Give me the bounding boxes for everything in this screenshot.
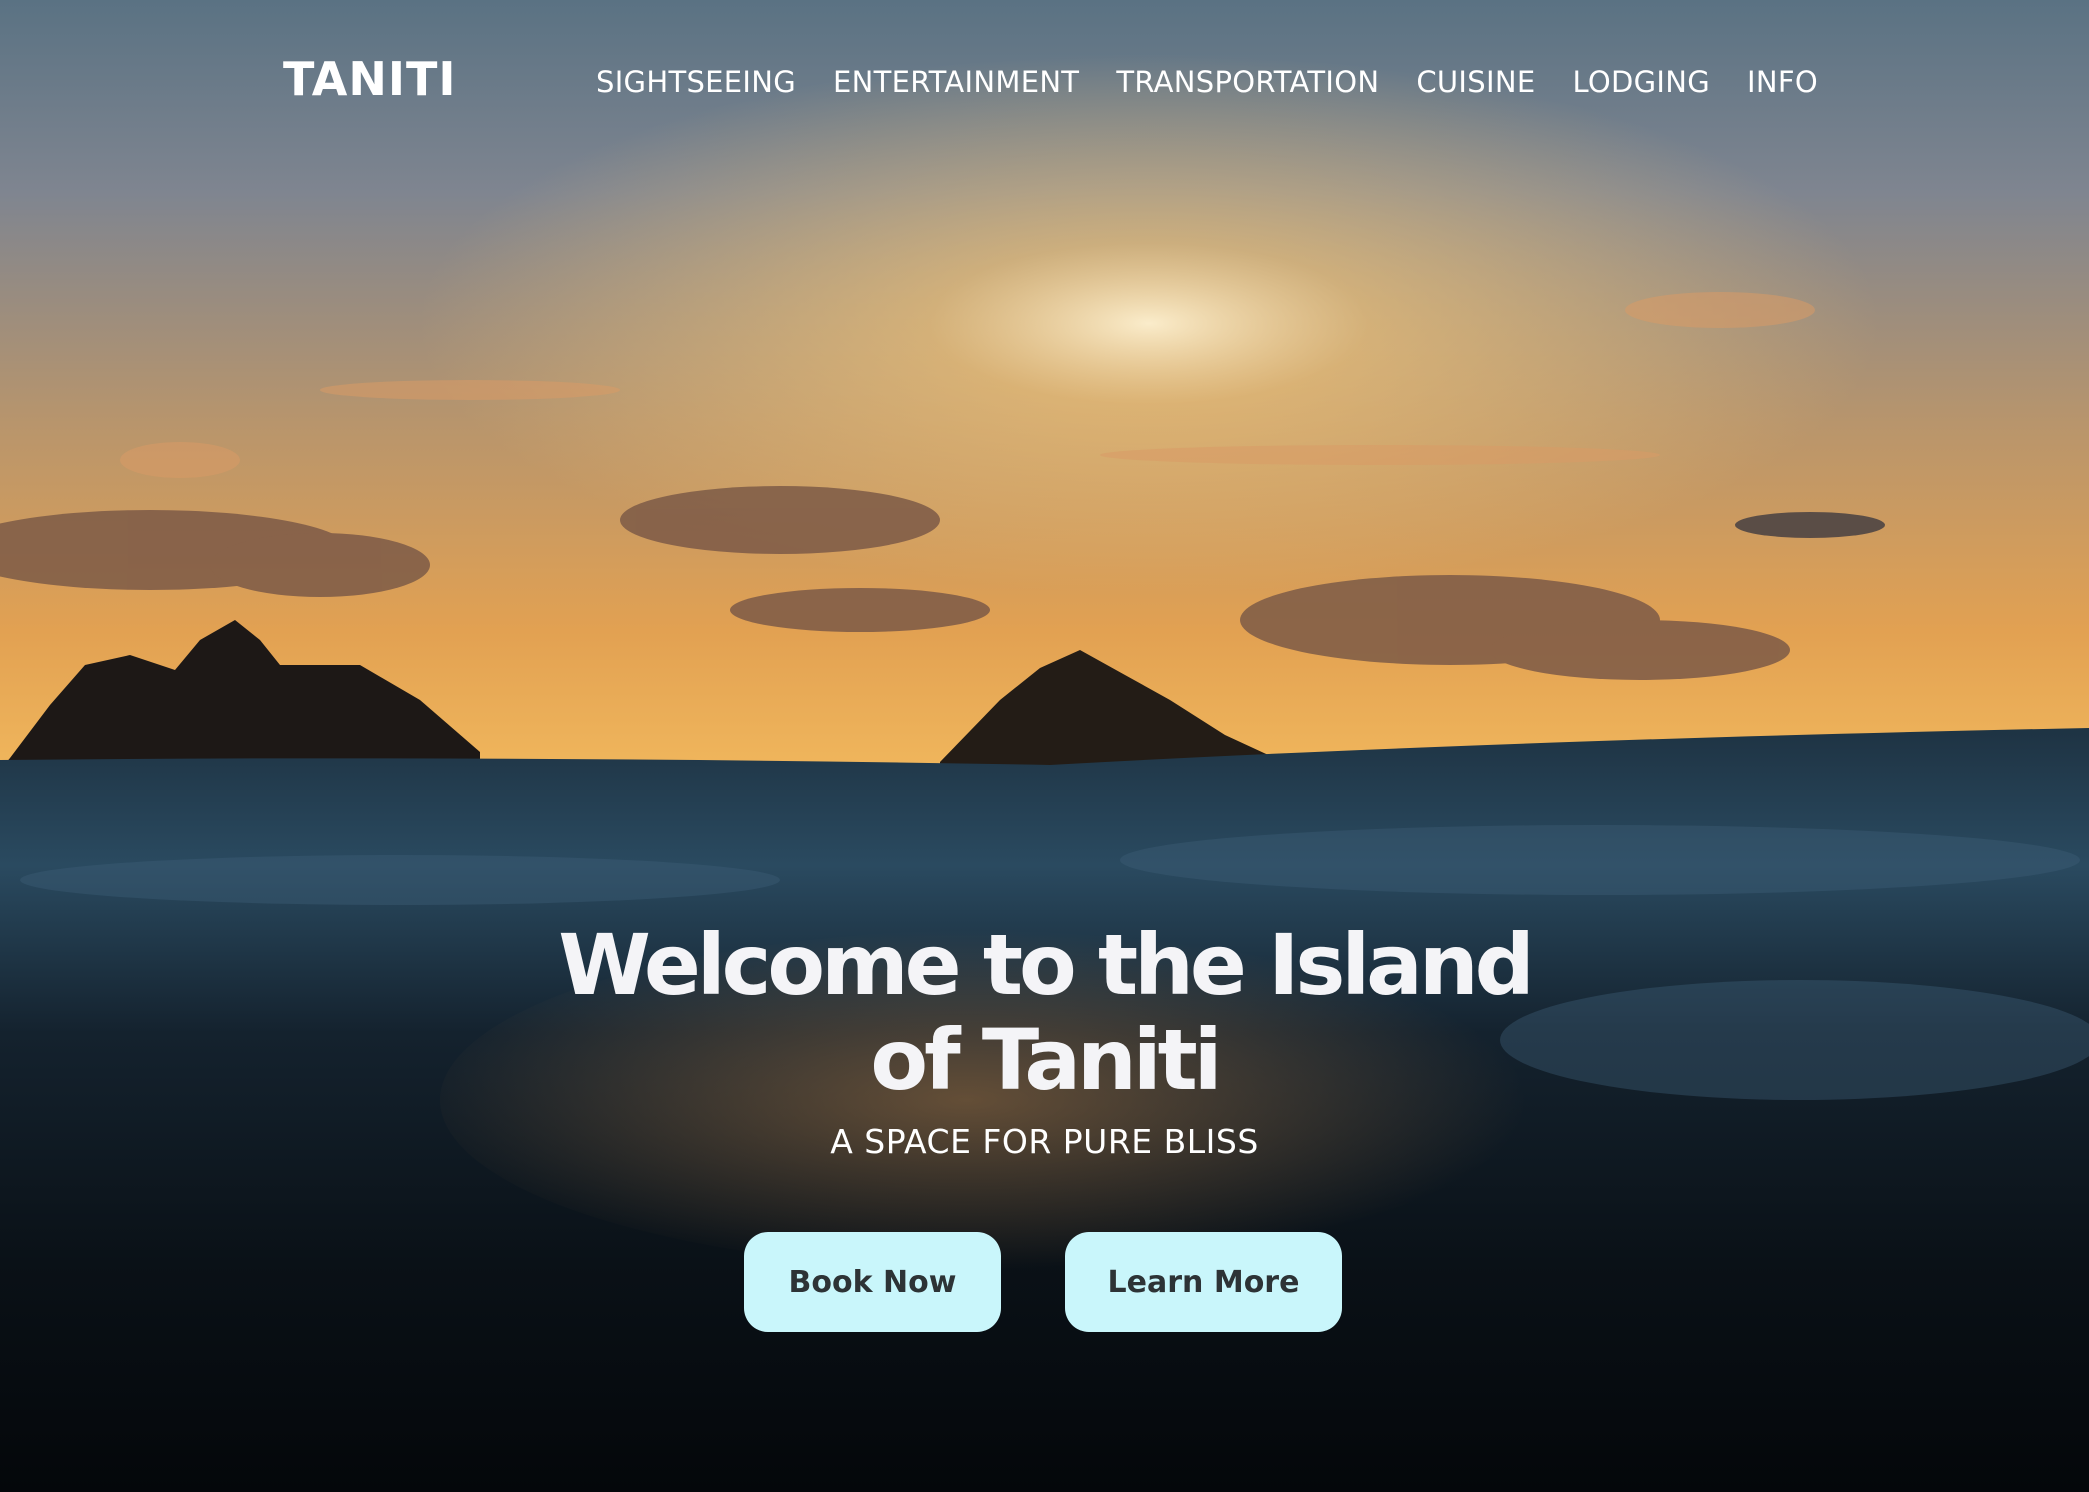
nav-item-lodging: LODGING [1572,64,1710,104]
nav-link-cuisine[interactable]: CUISINE [1416,64,1535,100]
nav-link-lodging[interactable]: LODGING [1572,64,1710,100]
brand-logo[interactable]: TANITI [283,52,457,106]
hero-content: Welcome to the Island of Taniti A SPACE … [0,918,2089,1162]
nav-item-sightseeing: SIGHTSEEING [596,64,796,104]
learn-more-button[interactable]: Learn More [1065,1232,1342,1332]
hero-section: TANITI SIGHTSEEING ENTERTAINMENT TRANSPO… [0,0,2089,1492]
nav-item-cuisine: CUISINE [1416,64,1535,104]
nav-item-entertainment: ENTERTAINMENT [833,64,1079,104]
top-navigation: TANITI SIGHTSEEING ENTERTAINMENT TRANSPO… [0,0,2089,165]
nav-menu: SIGHTSEEING ENTERTAINMENT TRANSPORTATION… [596,64,1818,104]
hero-subtitle: A SPACE FOR PURE BLISS [830,1122,1259,1161]
nav-item-info: INFO [1747,64,1818,104]
hero-title: Welcome to the Island of Taniti [558,916,1535,1109]
nav-link-info[interactable]: INFO [1747,64,1818,100]
nav-link-transportation[interactable]: TRANSPORTATION [1116,64,1379,100]
hero-actions: Book Now Learn More [0,1232,2089,1332]
book-now-button[interactable]: Book Now [744,1232,1001,1332]
nav-item-transportation: TRANSPORTATION [1116,64,1379,104]
nav-link-entertainment[interactable]: ENTERTAINMENT [833,64,1079,100]
nav-link-sightseeing[interactable]: SIGHTSEEING [596,64,796,100]
